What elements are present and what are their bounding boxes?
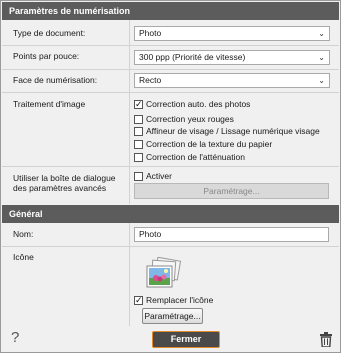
dialog-frame: Paramètres de numérisation Type de docum…	[0, 0, 341, 353]
scan-settings-header: Paramètres de numérisation	[2, 2, 339, 20]
paper-texture-correction-checkbox[interactable]: Correction de la texture du papier	[134, 138, 272, 150]
option-label: Affineur de visage / Lissage numérique v…	[146, 126, 320, 136]
option-label: Correction auto. des photos	[146, 99, 251, 109]
checkbox-icon	[134, 115, 143, 124]
option-label: Correction de la texture du papier	[146, 139, 273, 149]
column-separator	[129, 20, 130, 204]
resolution-label: Points par pouce:	[13, 51, 80, 61]
document-type-select[interactable]: Photo ⌄	[134, 26, 330, 41]
icon-setup-button[interactable]: Paramétrage...	[142, 308, 203, 324]
name-label: Nom:	[13, 229, 34, 239]
checkbox-icon	[134, 153, 143, 162]
chevron-down-icon: ⌄	[318, 53, 325, 62]
divider	[2, 69, 339, 70]
name-input[interactable]: Photo	[134, 227, 329, 242]
icon-label: Icône	[13, 252, 34, 262]
advanced-settings-label-line2: des paramètres avancés	[13, 183, 107, 193]
option-label: Activer	[146, 171, 172, 181]
advanced-settings-label-line1: Utiliser la boîte de dialogue	[13, 173, 116, 183]
scan-side-value: Recto	[139, 75, 162, 85]
divider	[2, 166, 339, 167]
footer: ? Fermer	[2, 326, 339, 352]
scan-side-select[interactable]: Recto ⌄	[134, 73, 330, 88]
checkbox-icon	[134, 127, 143, 136]
advanced-setup-button[interactable]: Paramétrage...	[134, 183, 329, 199]
divider	[2, 92, 339, 93]
activate-advanced-checkbox[interactable]: Activer	[134, 170, 172, 182]
chevron-down-icon: ⌄	[318, 29, 325, 38]
divider	[2, 45, 339, 46]
option-label: Correction yeux rouges	[146, 114, 234, 124]
checkbox-icon	[134, 140, 143, 149]
scan-side-label: Face de numérisation:	[13, 75, 98, 85]
replace-icon-checkbox[interactable]: Remplacer l'icône	[134, 294, 213, 306]
face-smoothing-checkbox[interactable]: Affineur de visage / Lissage numérique v…	[134, 125, 320, 137]
red-eye-correction-checkbox[interactable]: Correction yeux rouges	[134, 113, 234, 125]
resolution-select[interactable]: 300 ppp (Priorité de vitesse) ⌄	[134, 50, 330, 65]
help-icon[interactable]: ?	[11, 329, 19, 346]
option-label: Remplacer l'icône	[146, 295, 214, 305]
document-type-value: Photo	[139, 28, 162, 38]
checkbox-icon	[134, 172, 143, 181]
trash-icon[interactable]	[320, 332, 332, 348]
column-separator	[129, 223, 130, 326]
auto-photo-correction-checkbox[interactable]: Correction auto. des photos	[134, 98, 250, 110]
chevron-down-icon: ⌄	[318, 76, 325, 85]
photo-stack-icon	[144, 256, 182, 291]
general-header: Général	[2, 205, 339, 223]
checkbox-checked-icon	[134, 98, 143, 110]
fade-correction-checkbox[interactable]: Correction de l'atténuation	[134, 151, 245, 163]
close-button[interactable]: Fermer	[152, 331, 220, 348]
checkbox-checked-icon	[134, 294, 143, 306]
image-processing-label: Traitement d'image	[13, 99, 86, 109]
document-type-label: Type de document:	[13, 28, 86, 38]
option-label: Correction de l'atténuation	[146, 152, 245, 162]
divider	[2, 246, 339, 247]
resolution-value: 300 ppp (Priorité de vitesse)	[139, 52, 246, 62]
